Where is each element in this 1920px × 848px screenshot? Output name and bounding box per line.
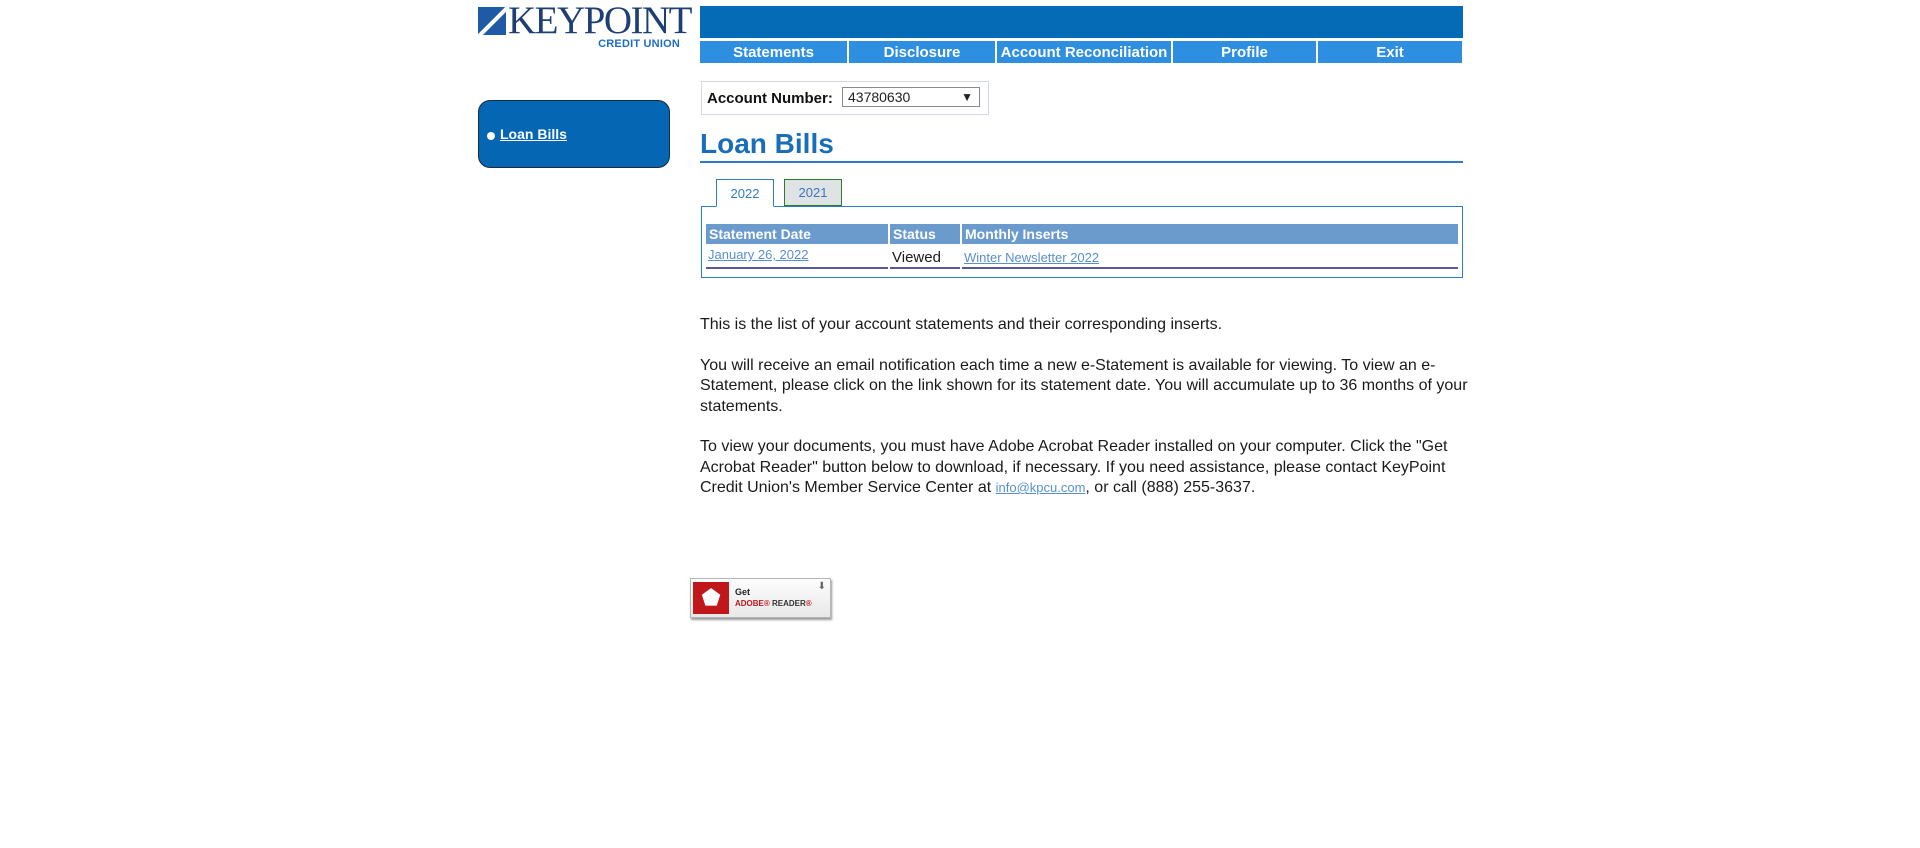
- adobe-reader-text: READER: [772, 599, 806, 608]
- logo-mark-icon: [478, 7, 506, 35]
- account-number-value: 43780630: [848, 89, 911, 105]
- table-header-row: Statement Date Status Monthly Inserts: [706, 224, 1458, 244]
- statements-panel: Statement Date Status Monthly Inserts Ja…: [701, 206, 1463, 278]
- bullet-icon: [487, 131, 495, 140]
- sidebar-item-loan-bills[interactable]: Loan Bills: [487, 126, 567, 142]
- title-divider: [700, 161, 1463, 163]
- info-paragraph-3: To view your documents, you must have Ad…: [700, 437, 1468, 499]
- table-row: January 26, 2022 Viewed Winter Newslette…: [706, 244, 1458, 270]
- adobe-pdf-icon: ⬟: [693, 582, 729, 614]
- statements-table: Statement Date Status Monthly Inserts Ja…: [706, 224, 1458, 270]
- keypoint-logo: KEYPOINT CREDIT UNION: [478, 0, 692, 51]
- nav-exit[interactable]: Exit: [1318, 41, 1462, 63]
- sidebar: Loan Bills: [478, 100, 670, 168]
- adobe-brand-text: ADOBE: [735, 599, 764, 608]
- account-selector-box: Account Number: 43780630 ▼: [701, 81, 989, 115]
- adobe-brand-label: ADOBE® READER®: [735, 599, 812, 608]
- nav-account-reconciliation[interactable]: Account Reconciliation: [997, 41, 1171, 63]
- header-monthly-inserts: Monthly Inserts: [962, 224, 1458, 244]
- adobe-get-label: Get: [735, 587, 751, 597]
- cell-status: Viewed: [890, 244, 960, 269]
- download-arrow-icon: ⬇: [817, 581, 826, 592]
- header-status: Status: [890, 224, 960, 244]
- logo-subtitle: CREDIT UNION: [598, 38, 680, 50]
- account-number-select[interactable]: 43780630 ▼: [842, 87, 980, 107]
- nav-statements[interactable]: Statements: [700, 41, 847, 63]
- info-text: This is the list of your account stateme…: [700, 315, 1468, 519]
- tab-2021[interactable]: 2021: [784, 179, 842, 206]
- info-paragraph-3-tail: , or call (888) 255-3637.: [1085, 479, 1256, 496]
- info-paragraph-1: This is the list of your account stateme…: [700, 316, 1223, 333]
- info-paragraph-2: You will receive an email notification e…: [700, 356, 1468, 415]
- nav-profile[interactable]: Profile: [1173, 41, 1316, 63]
- main-nav: Statements Disclosure Account Reconcilia…: [700, 41, 1464, 63]
- status-text: Viewed: [892, 249, 941, 266]
- page-title: Loan Bills: [700, 128, 834, 159]
- account-number-label: Account Number:: [707, 90, 833, 107]
- chevron-down-icon: ▼: [961, 90, 973, 104]
- cell-statement-date: January 26, 2022: [706, 244, 888, 269]
- header-statement-date: Statement Date: [706, 224, 888, 244]
- cell-monthly-inserts: Winter Newsletter 2022: [962, 244, 1458, 269]
- logo-name: KEYPOINT: [508, 0, 692, 42]
- statement-date-link[interactable]: January 26, 2022: [708, 247, 808, 262]
- email-link[interactable]: info@kpcu.com: [996, 480, 1086, 495]
- insert-link[interactable]: Winter Newsletter 2022: [964, 250, 1099, 265]
- get-adobe-reader-button[interactable]: ⬟ Get ADOBE® READER® ⬇: [690, 578, 831, 618]
- header-bar: [700, 6, 1463, 38]
- nav-disclosure[interactable]: Disclosure: [849, 41, 995, 63]
- sidebar-item-label[interactable]: Loan Bills: [500, 126, 567, 142]
- tab-2022[interactable]: 2022: [716, 179, 774, 207]
